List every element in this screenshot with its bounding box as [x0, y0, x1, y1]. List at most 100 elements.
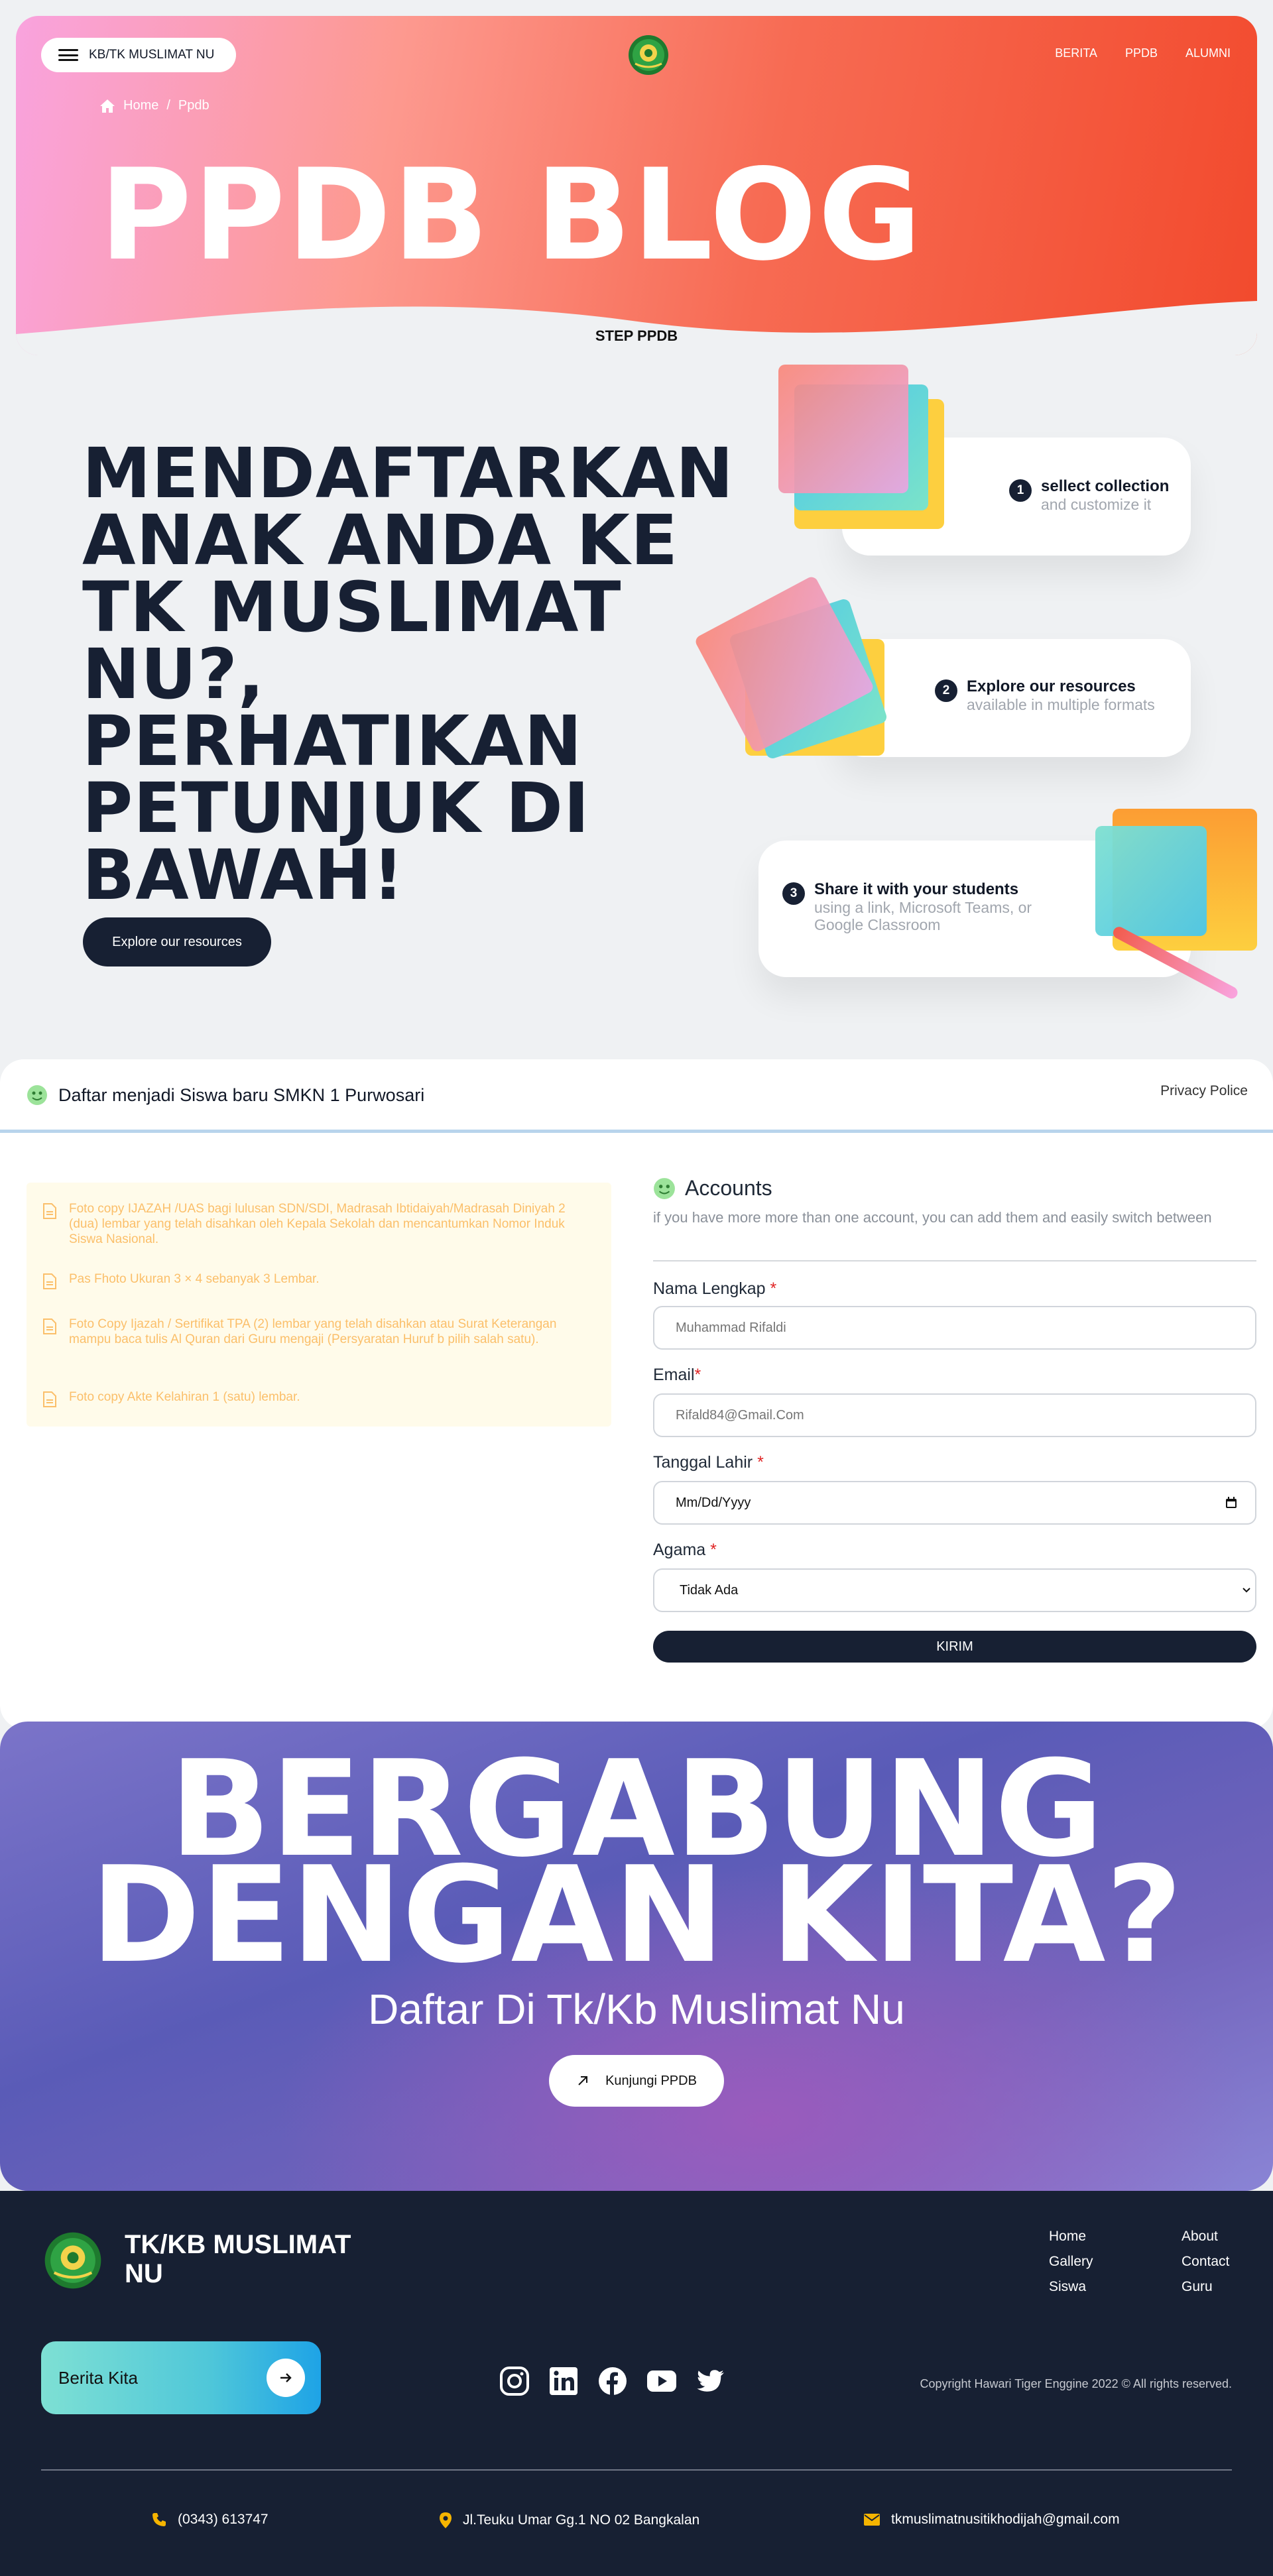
arrow-up-right-icon: [578, 2076, 588, 2085]
arrow-right-icon: [267, 2359, 305, 2397]
email-text: tkmuslimatnusitikhodijah@gmail.com: [891, 2512, 1120, 2527]
footer-logo[interactable]: [41, 2229, 105, 2292]
copyright-text: Copyright Hawari Tiger Enggine 2022 © Al…: [920, 2377, 1233, 2390]
footer-link-about[interactable]: About: [1182, 2229, 1229, 2245]
smiley-icon: [27, 1085, 47, 1105]
required-mark: *: [757, 1453, 764, 1472]
top-nav: BERITA PPDB ALUMNI: [1055, 46, 1231, 60]
menu-button[interactable]: KB/TK MUSLIMAT NU: [41, 38, 236, 72]
contact-phone[interactable]: (0343) 613747: [151, 2512, 269, 2528]
smiley-icon: [654, 1177, 675, 1199]
religion-label: Agama *: [653, 1541, 717, 1560]
page-title: PPDB BLOG: [99, 142, 923, 288]
location-pin-icon: [440, 2512, 452, 2528]
nav-alumni[interactable]: ALUMNI: [1185, 46, 1231, 60]
step-3-text: 3 Share it with your students using a lin…: [782, 880, 1048, 933]
step-title: sellect collection: [1041, 477, 1170, 495]
dob-label-text: Tanggal Lahir: [653, 1453, 758, 1472]
full-name-input[interactable]: [653, 1306, 1256, 1350]
footer-divider: [41, 2469, 1232, 2471]
step-subtitle: using a link, Microsoft Teams, or Google…: [814, 899, 1032, 933]
social-links: [499, 2365, 727, 2397]
requirement-item: Foto copy Akte Kelahiran 1 (satu) lembar…: [42, 1389, 593, 1408]
requirement-text: Pas Fhoto Ukuran 3 × 4 sebanyak 3 Lembar…: [69, 1272, 320, 1286]
hamburger-icon: [58, 49, 78, 61]
accounts-divider: [653, 1260, 1256, 1261]
religion-selected-value: Tidak Ada: [680, 1582, 739, 1598]
school-logo[interactable]: [626, 33, 671, 77]
religion-label-text: Agama: [653, 1541, 711, 1559]
requirement-text: Foto Copy Ijazah / Sertifikat TPA (2) le…: [69, 1317, 557, 1346]
email-input[interactable]: [653, 1393, 1256, 1437]
card-stack-decoration: [778, 365, 908, 493]
menu-label: KB/TK MUSLIMAT NU: [89, 48, 215, 62]
step-label: STEP PPDB: [595, 327, 678, 344]
contact-email[interactable]: tkmuslimatnusitikhodijah@gmail.com: [863, 2512, 1120, 2528]
step-subtitle: available in multiple formats: [967, 696, 1155, 713]
breadcrumb-home[interactable]: Home: [123, 98, 158, 113]
footer-link-siswa[interactable]: Siswa: [1049, 2279, 1093, 2295]
religion-select[interactable]: Tidak Ada: [653, 1568, 1256, 1612]
date-placeholder: Mm/Dd/Yyyy: [676, 1495, 751, 1510]
facebook-icon[interactable]: [597, 2365, 629, 2397]
section-divider: [0, 1130, 1273, 1133]
name-label-text: Nama Lengkap: [653, 1279, 770, 1298]
nav-berita[interactable]: BERITA: [1055, 46, 1097, 60]
footer-links-col2: About Contact Guru: [1182, 2229, 1229, 2295]
privacy-link[interactable]: Privacy Police: [1160, 1083, 1248, 1099]
footer-link-contact[interactable]: Contact: [1182, 2254, 1229, 2270]
join-title-line2: DENGAN KITA?: [90, 1838, 1183, 1993]
required-mark: *: [710, 1541, 717, 1559]
footer-link-guru[interactable]: Guru: [1182, 2279, 1229, 2295]
join-subtitle: Daftar Di Tk/Kb Muslimat Nu: [368, 1985, 905, 2033]
accounts-subtitle: if you have more more than one account, …: [653, 1209, 1212, 1226]
dob-label: Tanggal Lahir *: [653, 1453, 764, 1472]
step-title: Explore our resources: [967, 677, 1136, 695]
card-stack-decoration: [1095, 826, 1207, 936]
visit-ppdb-label: Kunjungi PPDB: [605, 2073, 697, 2088]
intro-title: MENDAFTARKAN ANAK ANDA KE TK MUSLIMAT NU…: [82, 433, 734, 915]
home-icon: [100, 99, 115, 113]
required-mark: *: [694, 1366, 701, 1384]
section-heading: Daftar menjadi Siswa baru SMKN 1 Purwosa…: [58, 1084, 425, 1105]
document-icon: [43, 1318, 56, 1334]
youtube-icon[interactable]: [646, 2365, 678, 2397]
news-button[interactable]: Berita Kita: [41, 2341, 321, 2414]
phone-text: (0343) 613747: [178, 2512, 269, 2527]
requirement-text: Foto copy Akte Kelahiran 1 (satu) lembar…: [69, 1390, 300, 1404]
step-subtitle: and customize it: [1041, 496, 1152, 513]
step-number: 3: [782, 882, 805, 905]
address-text: Jl.Teuku Umar Gg.1 NO 02 Bangkalan: [463, 2512, 700, 2528]
document-icon: [43, 1273, 56, 1289]
instagram-icon[interactable]: [499, 2365, 530, 2397]
document-icon: [43, 1203, 56, 1219]
breadcrumb: Home / Ppdb: [99, 98, 210, 113]
chevron-down-icon: [1243, 1588, 1250, 1593]
required-mark: *: [770, 1279, 777, 1298]
twitter-icon[interactable]: [695, 2365, 727, 2397]
footer-link-gallery[interactable]: Gallery: [1049, 2254, 1093, 2270]
email-label: Email*: [653, 1366, 701, 1385]
document-icon: [43, 1391, 56, 1407]
accounts-header: Accounts: [653, 1176, 772, 1200]
phone-icon: [152, 2513, 166, 2526]
explore-resources-button[interactable]: Explore our resources: [83, 917, 271, 966]
linkedin-icon[interactable]: [548, 2365, 579, 2397]
submit-button[interactable]: KIRIM: [653, 1631, 1256, 1663]
name-label: Nama Lengkap *: [653, 1279, 776, 1299]
section-header: Daftar menjadi Siswa baru SMKN 1 Purwosa…: [27, 1084, 424, 1106]
step-1-text: 1 sellect collection and customize it: [1009, 477, 1169, 513]
mail-icon: [864, 2514, 880, 2526]
accounts-title: Accounts: [685, 1176, 772, 1200]
footer-links-col1: Home Gallery Siswa: [1049, 2229, 1093, 2295]
hero-wave: [16, 301, 1257, 355]
requirement-item: Foto Copy Ijazah / Sertifikat TPA (2) le…: [42, 1317, 593, 1347]
date-of-birth-input[interactable]: Mm/Dd/Yyyy: [653, 1481, 1256, 1525]
nav-ppdb[interactable]: PPDB: [1125, 46, 1158, 60]
contact-address[interactable]: Jl.Teuku Umar Gg.1 NO 02 Bangkalan: [439, 2512, 699, 2529]
visit-ppdb-button[interactable]: Kunjungi PPDB: [549, 2055, 724, 2107]
step-2-text: 2 Explore our resources available in mult…: [935, 677, 1155, 713]
calendar-icon[interactable]: [1225, 1496, 1238, 1509]
breadcrumb-separator: /: [166, 98, 170, 113]
footer-link-home[interactable]: Home: [1049, 2229, 1093, 2245]
